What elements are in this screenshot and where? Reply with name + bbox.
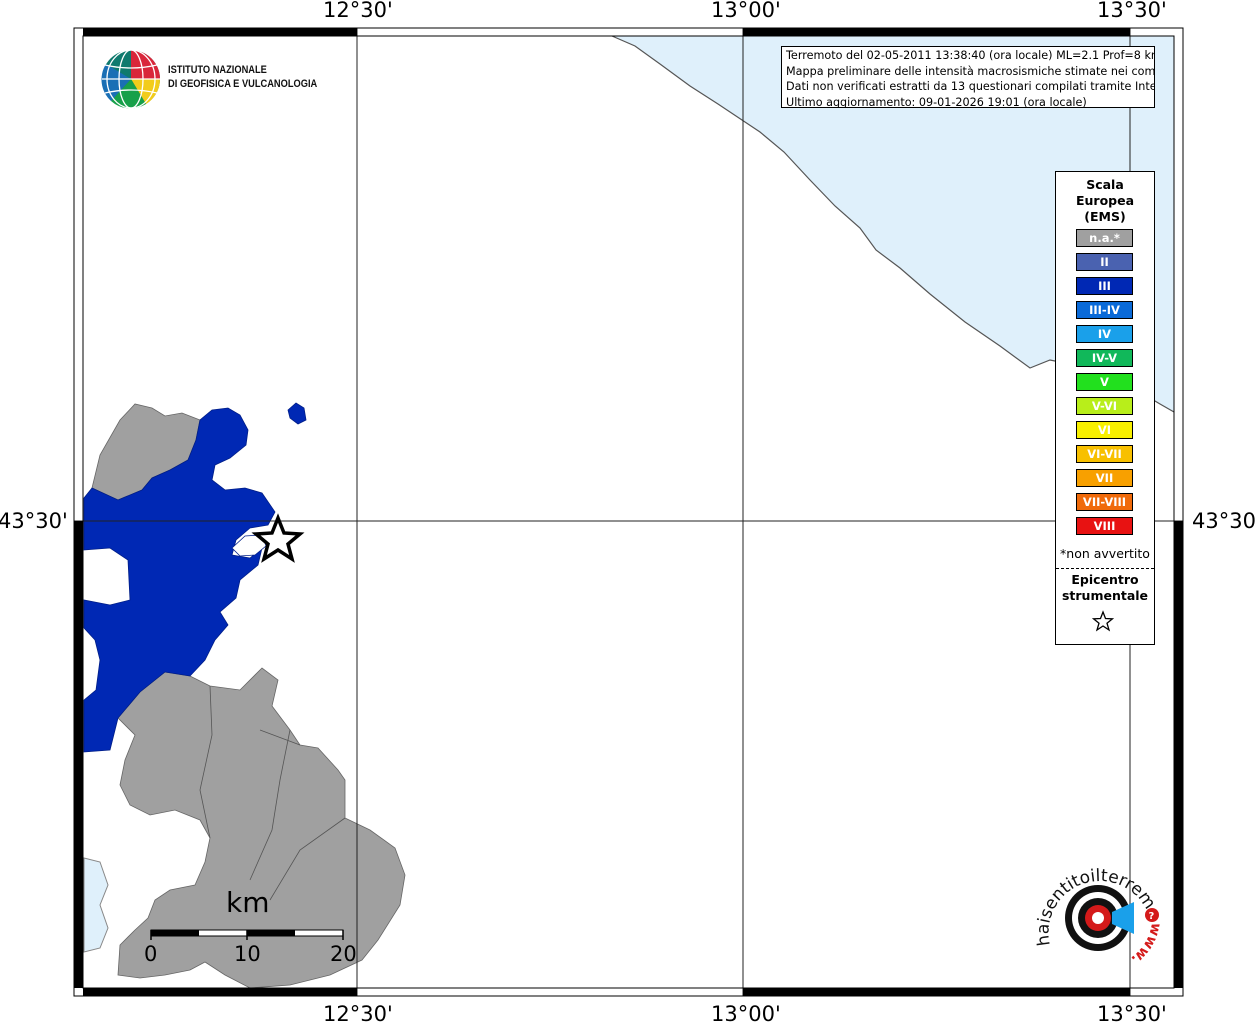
legend-epicenter-line: Epicentro — [1071, 572, 1139, 587]
tick-bottom-1300: 13°00' — [711, 1002, 781, 1026]
legend-epicenter-line: strumentale — [1061, 588, 1149, 603]
legend-swatch-7: V-VI — [1076, 397, 1133, 415]
legend-epicenter-label: Epicentro strumentale — [1056, 572, 1154, 604]
tick-top-1230: 12°30' — [323, 0, 393, 22]
tick-bottom-1230: 12°30' — [323, 1002, 393, 1026]
scale-label-20: 20 — [330, 942, 357, 966]
legend-separator — [1056, 568, 1154, 569]
ingv-globe-logo — [101, 49, 161, 109]
legend-swatch-1: II — [1076, 253, 1133, 271]
ingv-name: ISTITUTO NAZIONALE DI GEOFISICA E VULCAN… — [168, 63, 317, 91]
tick-right-4330: 43°30' — [1192, 509, 1257, 533]
legend-note: *non avvertito — [1060, 546, 1150, 561]
legend-swatch-0: n.a.* — [1076, 229, 1133, 247]
legend-swatch-8: VI — [1076, 421, 1133, 439]
tick-left-4330: 43°30' — [0, 509, 68, 533]
tick-top-1330: 13°30' — [1097, 0, 1167, 22]
event-info-line: Terremoto del 02-05-2011 13:38:40 (ora l… — [786, 49, 1155, 62]
ingv-name-line1: ISTITUTO NAZIONALE — [168, 64, 267, 76]
legend-swatch-3: III-IV — [1076, 301, 1133, 319]
small-sea-bottom-left — [83, 857, 109, 953]
legend-swatch-6: V — [1076, 373, 1133, 391]
area-not-felt-south — [117, 667, 406, 989]
legend-swatch-2: III — [1076, 277, 1133, 295]
legend-title: Scala Europea (EMS) — [1056, 177, 1154, 225]
legend-swatch-4: IV — [1076, 325, 1133, 343]
legend-swatch-11: VII-VIII — [1076, 493, 1133, 511]
legend-star-icon — [1092, 610, 1114, 632]
haisentito-logo: haisentitoilterremoto.it www. ? — [1030, 850, 1164, 968]
scale-label-10: 10 — [234, 942, 261, 966]
scale-label-0: 0 — [144, 942, 158, 966]
ingv-name-line2: DI GEOFISICA E VULCANOLOGIA — [168, 78, 318, 90]
legend-title-line: Europea — [1075, 193, 1135, 208]
tick-bottom-1330: 13°30' — [1097, 1002, 1167, 1026]
ems-legend: Scala Europea (EMS) n.a.* II III III-IV IV IV… — [1055, 171, 1155, 645]
legend-swatch-12: VIII — [1076, 517, 1133, 535]
legend-swatch-5: IV-V — [1076, 349, 1133, 367]
tick-top-1300: 13°00' — [711, 0, 781, 22]
event-info-line: Dati non verificati estratti da 13 quest… — [786, 80, 1155, 93]
svg-text:?: ? — [1149, 911, 1155, 922]
scale-unit-label: km — [226, 886, 270, 919]
area-intensity-iii-islet — [287, 402, 307, 425]
legend-title-line: (EMS) — [1084, 209, 1126, 224]
legend-swatch-9: VI-VII — [1076, 445, 1133, 463]
event-info-line: Mappa preliminare delle intensità macros… — [786, 64, 1155, 78]
event-info-box: Terremoto del 02-05-2011 13:38:40 (ora l… — [781, 46, 1155, 108]
event-info-line: Ultimo aggiornamento: 09-01-2026 19:01 (… — [786, 95, 1087, 108]
legend-swatch-10: VII — [1076, 469, 1133, 487]
legend-title-line: Scala — [1086, 177, 1124, 192]
